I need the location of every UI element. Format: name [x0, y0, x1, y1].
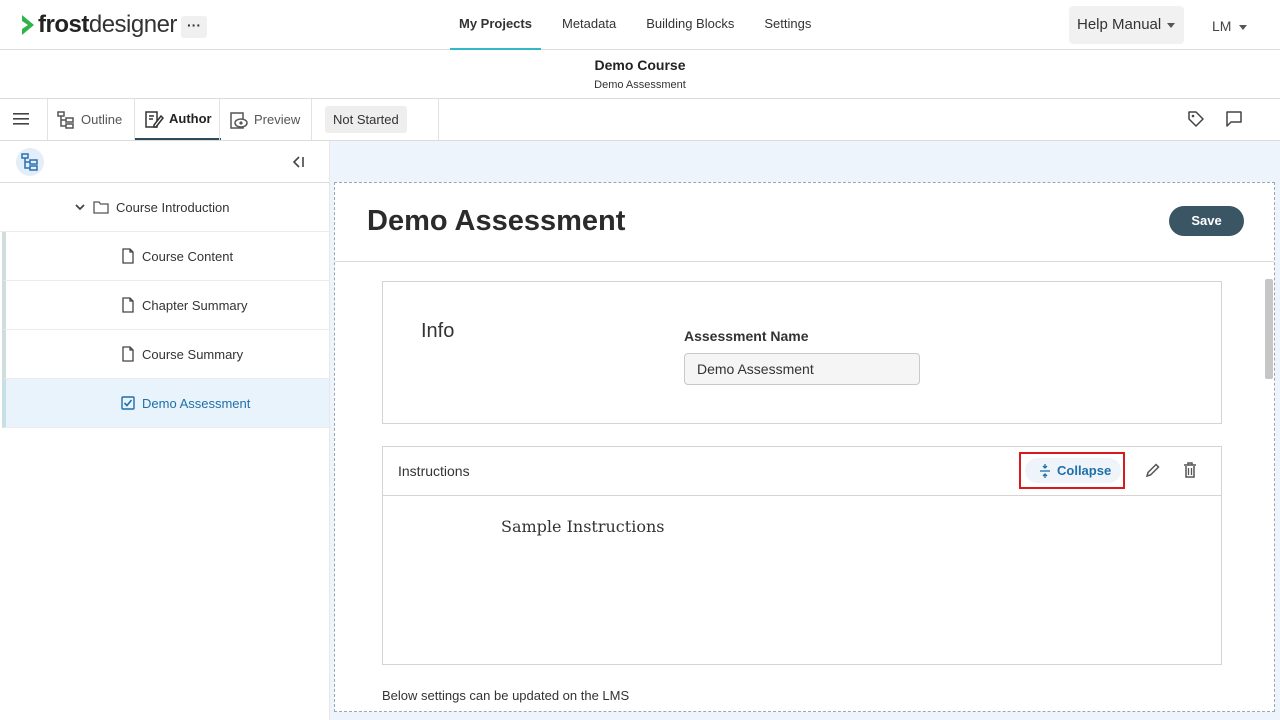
edit-pencil-icon[interactable] [1145, 462, 1161, 478]
tag-icon[interactable] [1187, 110, 1205, 128]
outline-icon [57, 110, 74, 129]
tab-outline[interactable]: Outline [56, 99, 122, 140]
user-menu[interactable]: LM [1212, 16, 1248, 36]
checkbox-icon [121, 396, 135, 410]
collapse-button[interactable]: Collapse [1025, 458, 1121, 483]
lms-settings-note: Below settings can be updated on the LMS [382, 688, 630, 703]
outline-sidebar: Course Introduction Course Content Chapt… [0, 141, 330, 720]
delete-trash-icon[interactable] [1183, 462, 1197, 478]
preview-icon [230, 111, 248, 129]
nav-tab-settings[interactable]: Settings [755, 0, 820, 50]
nav-tab-metadata[interactable]: Metadata [553, 0, 625, 50]
tab-preview[interactable]: Preview [229, 99, 300, 140]
course-subtitle: Demo Assessment [594, 79, 686, 91]
tree-item-label: Demo Assessment [142, 395, 251, 411]
page-header: Demo Assessment Save [335, 183, 1274, 262]
author-icon [145, 110, 164, 128]
info-heading: Info [421, 320, 455, 342]
tree-section-course-introduction[interactable]: Course Introduction [0, 183, 329, 232]
collapse-icon [1040, 464, 1050, 478]
logo-chevron-icon [22, 15, 34, 35]
collapse-label: Collapse [1057, 463, 1112, 478]
tree-item-course-summary[interactable]: Course Summary [2, 330, 329, 379]
collapse-sidebar-icon[interactable] [290, 154, 306, 170]
assessment-name-label: Assessment Name [684, 328, 809, 344]
tree-icon [21, 153, 38, 171]
tab-author-label: Author [169, 111, 212, 126]
instructions-heading: Instructions [398, 463, 470, 479]
page-icon [122, 248, 134, 264]
tree-item-chapter-summary[interactable]: Chapter Summary [2, 281, 329, 330]
tree-item-label: Course Summary [142, 346, 244, 362]
main-nav-tabs: My Projects Metadata Building Blocks Set… [450, 0, 832, 50]
instructions-header: Instructions Collapse [383, 447, 1221, 496]
user-initials: LM [1212, 18, 1232, 34]
toolbar-divider [438, 99, 439, 140]
tree-view-button[interactable] [16, 148, 44, 176]
tree-item-label: Chapter Summary [142, 297, 248, 313]
editor-canvas: Demo Assessment Save Info Assessment Nam… [334, 182, 1275, 712]
folder-icon [93, 201, 109, 214]
comment-icon[interactable] [1225, 110, 1243, 128]
course-header: Demo Course Demo Assessment [0, 50, 1280, 99]
frost-designer-logo[interactable]: frostdesigner [20, 10, 177, 40]
help-manual-label: Help Manual [1077, 16, 1162, 33]
status-badge[interactable]: Not Started [325, 106, 407, 133]
page-icon [122, 346, 134, 362]
tree-item-course-content[interactable]: Course Content [2, 232, 329, 281]
toolbar-divider [219, 99, 220, 140]
hamburger-menu-icon[interactable] [12, 111, 30, 127]
chevron-down-icon[interactable] [74, 201, 86, 213]
collapse-highlight: Collapse [1019, 452, 1125, 489]
tab-author[interactable]: Author [135, 99, 221, 140]
scrollbar-thumb[interactable] [1265, 279, 1273, 379]
tree-section-label: Course Introduction [116, 199, 230, 215]
nav-tab-my-projects[interactable]: My Projects [450, 0, 541, 50]
chevron-down-icon [1239, 24, 1248, 30]
chevron-down-icon [1167, 22, 1176, 28]
more-menu-button[interactable]: ··· [181, 16, 207, 38]
help-manual-dropdown[interactable]: Help Manual [1069, 6, 1184, 44]
nav-tab-building-blocks[interactable]: Building Blocks [637, 0, 743, 50]
logo-wordmark: frostdesigner [38, 11, 177, 38]
tab-outline-label: Outline [81, 112, 123, 127]
instructions-content[interactable]: Sample Instructions [501, 517, 664, 536]
toolbar-divider [47, 99, 48, 140]
tree-item-label: Course Content [142, 248, 234, 264]
tree-item-demo-assessment[interactable]: Demo Assessment [2, 379, 329, 428]
page-icon [122, 297, 134, 313]
info-card: Info Assessment Name Demo Assessment [382, 281, 1222, 424]
save-button[interactable]: Save [1169, 206, 1244, 236]
instructions-card: Instructions Collapse Sample Instruction… [382, 446, 1222, 665]
editor-area: Demo Assessment Save Info Assessment Nam… [330, 141, 1280, 720]
toolbar-divider [311, 99, 312, 140]
sidebar-header [0, 141, 329, 183]
editor-toolbar: Outline Author Preview Not Started [0, 99, 1280, 141]
assessment-name-field[interactable]: Demo Assessment [684, 353, 920, 385]
page-title: Demo Assessment [367, 205, 626, 237]
tab-preview-label: Preview [254, 112, 301, 127]
course-title: Demo Course [594, 57, 686, 73]
top-nav: frostdesigner ··· My Projects Metadata B… [0, 0, 1280, 50]
